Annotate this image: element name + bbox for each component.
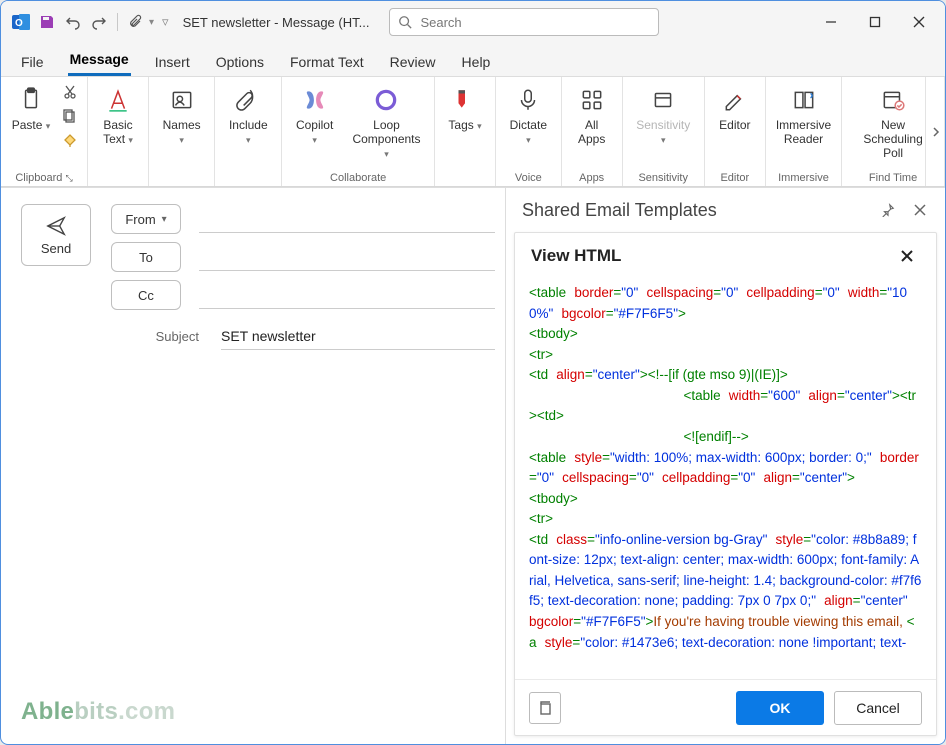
panel-close-button[interactable]	[907, 197, 933, 223]
immersive-reader-icon	[791, 83, 817, 117]
close-button[interactable]	[897, 1, 941, 43]
menu-tab-file[interactable]: File	[19, 48, 46, 76]
ribbon-group-collaborate: Copilot ▾LoopComponents ▾Collaborate	[282, 77, 435, 186]
chevron-down-icon[interactable]: ▾	[149, 17, 154, 28]
menu-tab-insert[interactable]: Insert	[153, 48, 192, 76]
maximize-button[interactable]	[853, 1, 897, 43]
body-area: Send From ▾ To Cc	[1, 187, 945, 744]
basic-text-icon	[105, 83, 131, 117]
new-scheduling-poll-icon	[880, 83, 906, 117]
qat-overflow[interactable]: ▿	[162, 14, 169, 30]
search-input[interactable]: Search	[389, 8, 659, 36]
watermark: Ablebits.com	[21, 698, 175, 726]
editor-icon	[722, 83, 748, 117]
ribbon-basic-text-button[interactable]: BasicText ▾	[92, 81, 144, 149]
svg-text:O: O	[15, 18, 23, 29]
to-button[interactable]: To	[111, 242, 181, 272]
cc-field[interactable]	[199, 281, 495, 309]
ribbon-tags-button[interactable]: Tags ▾	[439, 81, 491, 135]
copy-button[interactable]	[529, 692, 561, 724]
redo-icon[interactable]	[89, 12, 109, 32]
outlook-icon: O	[11, 12, 31, 32]
send-button[interactable]: Send	[21, 204, 91, 266]
subject-field[interactable]: SET newsletter	[221, 322, 495, 350]
separator	[117, 13, 118, 31]
ribbon-group-clipboard: Paste ▾Clipboard ⤡	[1, 77, 88, 186]
chevron-down-icon: ▾	[162, 214, 167, 225]
ribbon-include-button[interactable]: Include ▾	[219, 81, 277, 149]
ribbon-sensitivity-button: Sensitivity ▾	[627, 81, 700, 149]
ribbon-dictate-button[interactable]: Dictate ▾	[500, 81, 557, 149]
window-controls	[809, 1, 941, 43]
templates-panel: Shared Email Templates View HTML <tab	[505, 188, 945, 744]
panel-card: View HTML <table border="0" cellspacing=…	[514, 232, 937, 736]
minimize-button[interactable]	[809, 1, 853, 43]
ribbon-group-apps: AllAppsApps	[562, 77, 623, 186]
outlook-window: O ▾ ▿ SET newsletter - Message (HT... Se…	[0, 0, 946, 745]
loop-components-icon	[373, 83, 399, 117]
html-code-view[interactable]: <table border="0" cellspacing="0" cellpa…	[515, 279, 936, 679]
cc-button[interactable]: Cc	[111, 280, 181, 310]
window-title: SET newsletter - Message (HT...	[183, 15, 370, 30]
all-apps-icon	[579, 83, 605, 117]
ribbon-overflow[interactable]	[925, 77, 945, 186]
ribbon-loop-components-button[interactable]: LoopComponents ▾	[343, 81, 430, 162]
menu-tab-format-text[interactable]: Format Text	[288, 48, 366, 76]
cut-icon[interactable]	[59, 81, 81, 103]
menu-tab-options[interactable]: Options	[214, 48, 266, 76]
ribbon-group: BasicText ▾	[88, 77, 149, 186]
dictate-icon	[515, 83, 541, 117]
search-icon	[398, 15, 412, 29]
copy-icon[interactable]	[59, 105, 81, 127]
names-icon	[169, 83, 195, 117]
send-icon	[45, 215, 67, 237]
menu-tab-help[interactable]: Help	[460, 48, 493, 76]
cancel-button[interactable]: Cancel	[834, 691, 922, 725]
panel-card-header: View HTML	[515, 233, 936, 279]
ribbon-names-button[interactable]: Names ▾	[153, 81, 210, 149]
undo-icon[interactable]	[63, 12, 83, 32]
attach-icon[interactable]	[126, 12, 146, 32]
include-icon	[235, 83, 261, 117]
from-button[interactable]: From ▾	[111, 204, 181, 234]
ribbon-group: Include ▾	[215, 77, 282, 186]
copilot-icon	[302, 83, 328, 117]
to-field[interactable]	[199, 243, 495, 271]
ribbon-paste-button[interactable]: Paste ▾	[5, 81, 57, 135]
menu-tabs: File Message Insert Options Format Text Revie…	[1, 43, 945, 77]
from-field[interactable]	[199, 205, 495, 233]
ribbon: Paste ▾Clipboard ⤡BasicText ▾ Names ▾ In…	[1, 77, 945, 187]
ribbon-group-sensitivity: Sensitivity ▾Sensitivity	[623, 77, 705, 186]
ribbon-all-apps-button[interactable]: AllApps	[566, 81, 618, 149]
card-close-button[interactable]	[894, 243, 920, 269]
sensitivity-icon	[650, 83, 676, 117]
ribbon-group-editor: EditorEditor	[705, 77, 766, 186]
ribbon-group: Names ▾	[149, 77, 215, 186]
menu-tab-review[interactable]: Review	[388, 48, 438, 76]
ribbon-group-voice: Dictate ▾Voice	[496, 77, 562, 186]
tags-icon	[452, 83, 478, 117]
paste-icon	[18, 83, 44, 117]
ribbon-group: Tags ▾	[435, 77, 496, 186]
ribbon-immersive-reader-button[interactable]: ImmersiveReader	[770, 81, 837, 149]
ribbon-group-immersive: ImmersiveReaderImmersive	[766, 77, 842, 186]
panel-footer: OK Cancel	[515, 679, 936, 735]
ribbon-copilot-button[interactable]: Copilot ▾	[286, 81, 343, 149]
subject-label: Subject	[111, 329, 199, 344]
titlebar: O ▾ ▿ SET newsletter - Message (HT... Se…	[1, 1, 945, 43]
compose-pane: Send From ▾ To Cc	[1, 188, 505, 744]
ok-button[interactable]: OK	[736, 691, 824, 725]
pin-icon[interactable]	[875, 197, 901, 223]
panel-header: Shared Email Templates	[506, 188, 945, 232]
ribbon-editor-button[interactable]: Editor	[709, 81, 761, 135]
menu-tab-message[interactable]: Message	[68, 45, 131, 76]
save-icon[interactable]	[37, 12, 57, 32]
format-painter-icon[interactable]	[59, 129, 81, 151]
